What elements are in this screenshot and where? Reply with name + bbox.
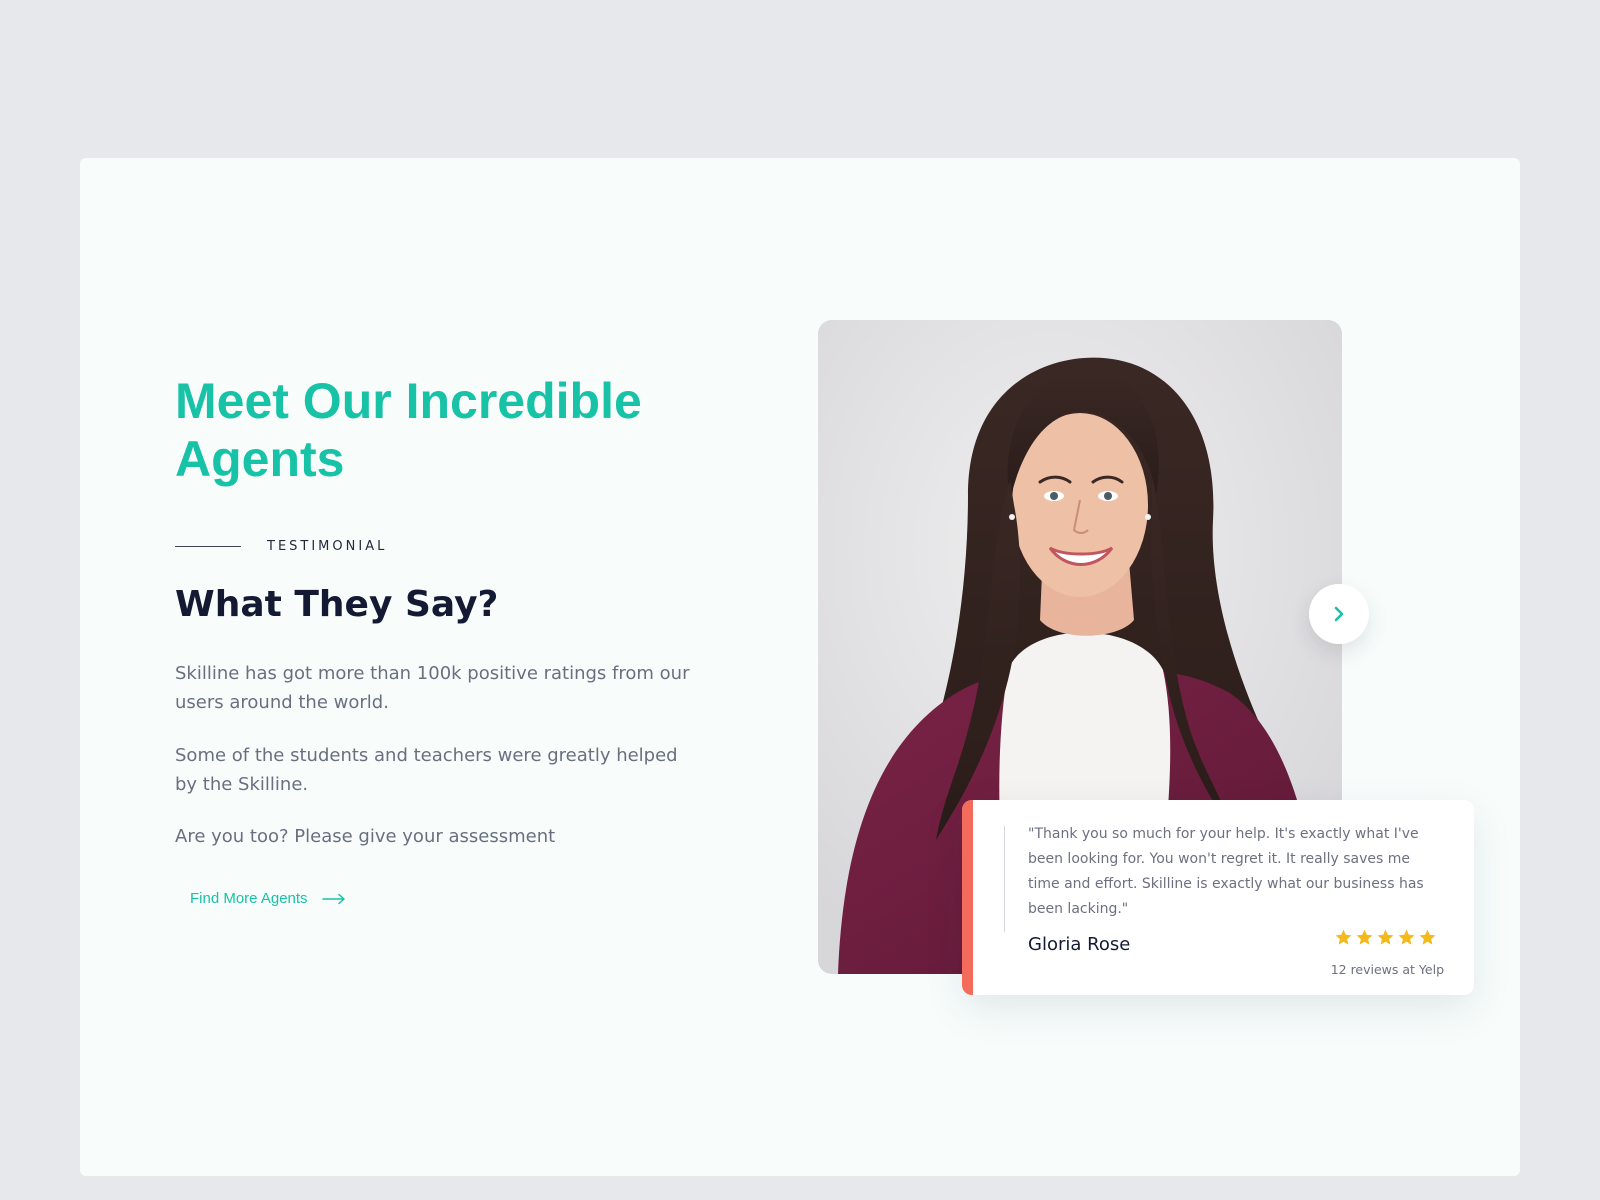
star-icon: [1377, 929, 1394, 945]
subhead: What They Say?: [175, 584, 499, 625]
star-icon: [1419, 929, 1436, 945]
eyebrow: TESTIMONIAL: [175, 536, 387, 556]
next-testimonial-button[interactable]: [1309, 584, 1369, 644]
intro-paragraph-3: Are you too? Please give your assessment: [175, 826, 556, 847]
star-icon: [1335, 929, 1352, 945]
eyebrow-label: TESTIMONIAL: [267, 538, 388, 554]
testimonial-author: Gloria Rose: [1028, 934, 1131, 955]
quote-divider: [1004, 826, 1005, 932]
chevron-right-icon: [1334, 606, 1344, 622]
star-icon: [1356, 929, 1373, 945]
eyebrow-rule: [175, 545, 241, 547]
review-count: 12 reviews at Yelp: [1330, 962, 1444, 977]
testimonial-quote: "Thank you so much for your help. It's e…: [1028, 826, 1424, 917]
star-icon: [1398, 929, 1415, 945]
intro-paragraph-1: Skilline has got more than 100k positive…: [175, 663, 690, 713]
intro-paragraph-2: Some of the students and teachers were g…: [175, 745, 678, 795]
find-more-agents-label: Find More Agents: [190, 890, 308, 907]
testimonial-accent-bar: [962, 800, 973, 995]
testimonial-card: "Thank you so much for your help. It's e…: [962, 800, 1474, 995]
star-rating: [1334, 928, 1437, 947]
section-headline: Meet Our Incredible Agents: [175, 373, 642, 487]
find-more-agents-link[interactable]: Find More Agents: [190, 890, 346, 907]
arrow-right-icon: [321, 893, 345, 904]
